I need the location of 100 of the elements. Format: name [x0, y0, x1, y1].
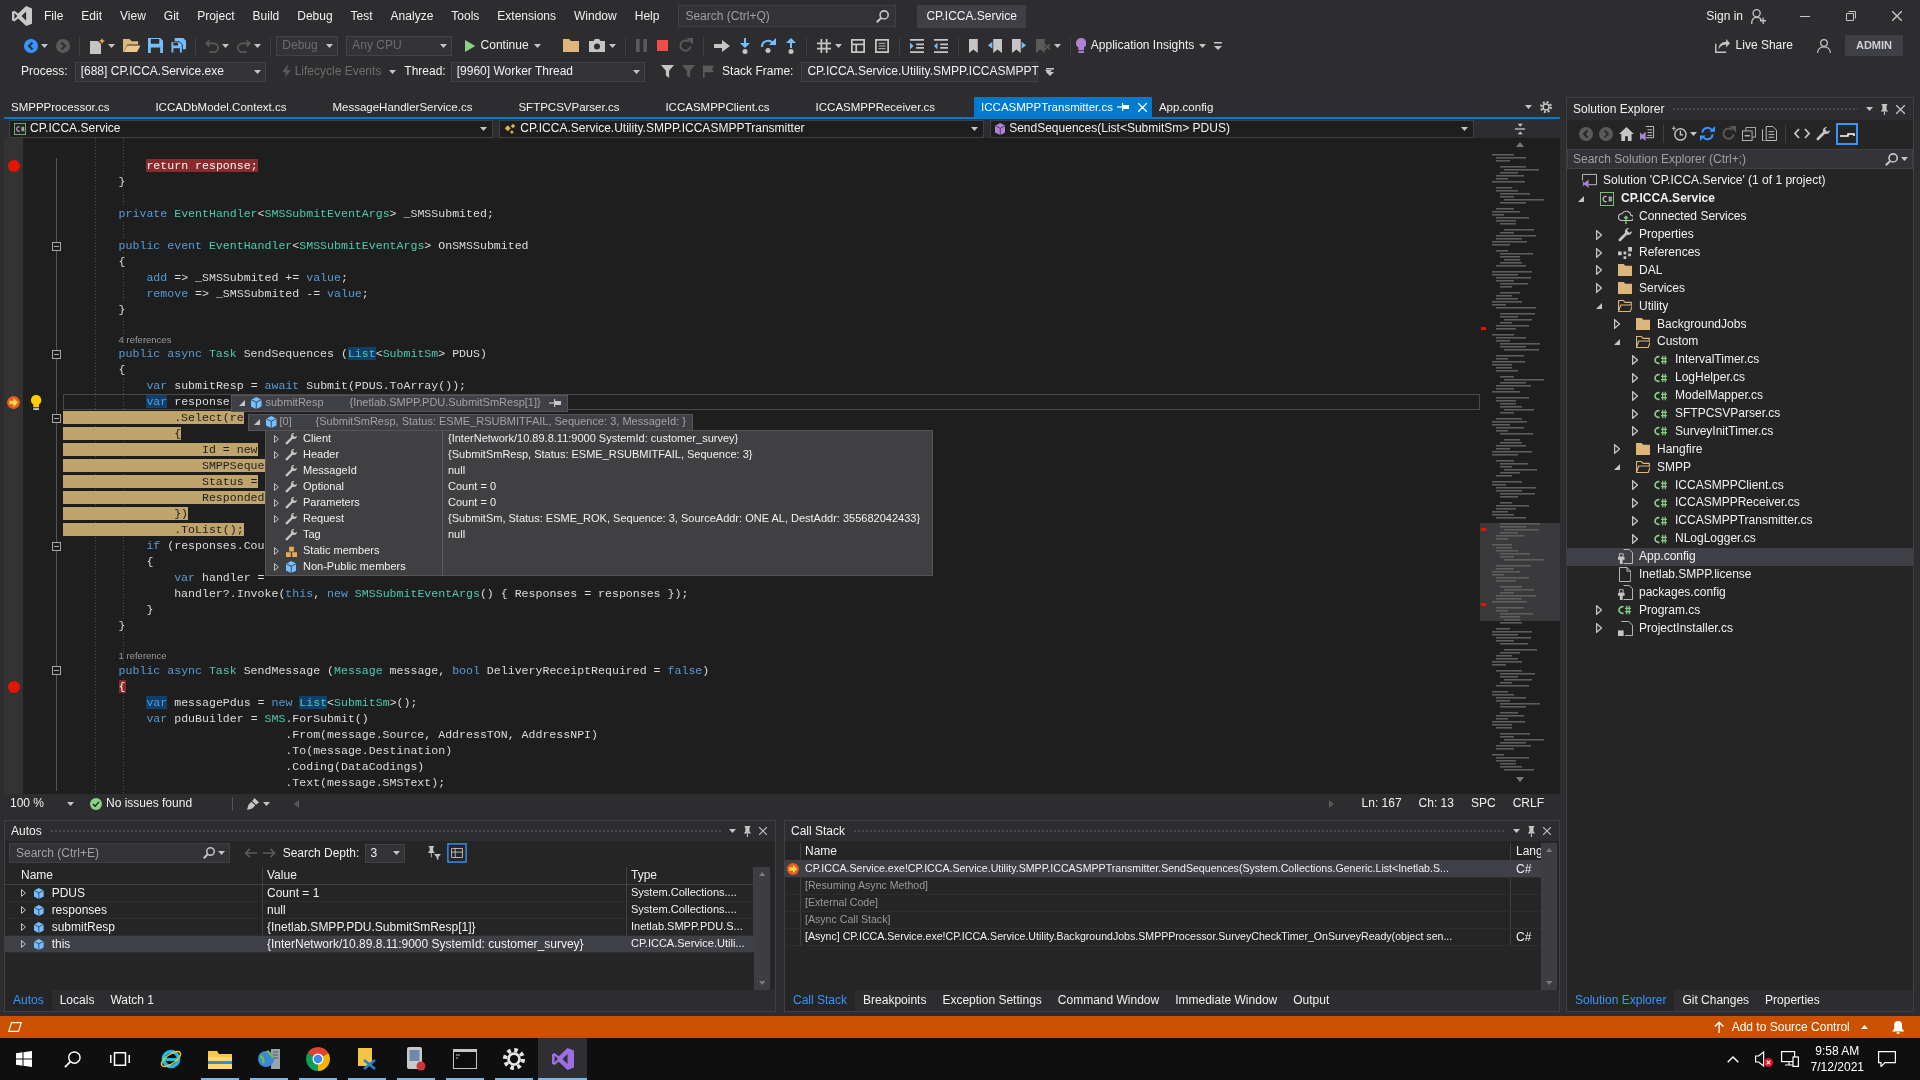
document-tab[interactable]: ICCASMPPTransmitter.cs [974, 97, 1152, 117]
tree-item[interactable]: Custom [1567, 333, 1913, 351]
tiles-icon[interactable] [16, 1051, 32, 1067]
document-tab[interactable]: ICCADbModel.Context.cs [148, 97, 326, 117]
references-link[interactable]: 1 reference [118, 650, 167, 662]
taskbar-button[interactable] [538, 1038, 587, 1080]
caret-icon[interactable] [834, 43, 842, 48]
column-header[interactable]: Type [631, 868, 657, 883]
tree-item[interactable]: SurveyInitTimer.cs [1567, 422, 1913, 441]
scroll-up-icon[interactable] [1516, 142, 1524, 147]
home-icon[interactable] [1619, 126, 1634, 141]
tree-item[interactable]: ICCASMPPClient.cs [1567, 476, 1913, 495]
expand-arrow-icon[interactable] [273, 435, 279, 443]
source-control-button[interactable]: Add to Source Control [1714, 1019, 1868, 1035]
panel-tab[interactable]: Output [1285, 990, 1338, 1011]
tree-item[interactable]: LogHelper.cs [1567, 368, 1913, 387]
caret-icon[interactable] [254, 43, 262, 48]
bell-icon[interactable] [1891, 1020, 1904, 1034]
pin-icon[interactable] [1881, 103, 1888, 115]
settings-icon[interactable] [1540, 101, 1552, 113]
caret-icon[interactable] [533, 43, 541, 48]
framed-table-icon[interactable] [447, 843, 468, 863]
circular-arrows-icon[interactable] [1699, 126, 1715, 141]
expanded-arrow-icon[interactable] [254, 419, 260, 426]
expand-arrow-icon[interactable] [1631, 354, 1639, 365]
expand-arrow-icon[interactable] [21, 923, 26, 931]
expand-arrow-icon[interactable] [1613, 444, 1621, 455]
outdent-icon[interactable] [933, 38, 948, 53]
search-box[interactable]: Search Solution Explorer (Ctrl+;) [1567, 149, 1913, 169]
menu-item[interactable]: Help [625, 0, 669, 32]
speech-bubble-icon[interactable] [1878, 1051, 1896, 1067]
caret-icon[interactable] [1901, 157, 1908, 161]
back-icon[interactable] [24, 38, 38, 53]
tree-item[interactable]: ICCASMPPTransmitter.cs [1567, 511, 1913, 530]
scroll-down-icon[interactable] [1516, 777, 1524, 782]
call-stack-row[interactable]: [Async] CP.ICCA.Service.exe!CP.ICCA.Service.Utility.BackgroundJobs.SMPPProcessor.SurveyCheckTimer_OnSurveyReady(object sen... C# [785, 929, 1541, 946]
minimap-drawing[interactable] [1480, 151, 1560, 773]
caret-icon[interactable] [480, 126, 488, 131]
table-icon[interactable] [850, 38, 865, 53]
datatip-row[interactable]: [0] {SubmitSmResp, Status: ESME_RSUBMITFAIL, Sequence: 3, MessageId: } [248, 414, 693, 431]
pin-icon[interactable] [1528, 825, 1535, 837]
expand-arrow-icon[interactable] [273, 515, 279, 523]
panel-tab[interactable]: Properties [1757, 990, 1828, 1011]
expanded-arrow-icon[interactable] [1578, 195, 1584, 202]
overflow-icon[interactable] [1046, 67, 1055, 76]
navigation-dropdown[interactable]: SendSequences(List<SubmitSm> PDUS) [989, 119, 1474, 138]
caret-icon[interactable] [263, 801, 271, 806]
tree-item[interactable]: SFTPCSVParser.cs [1567, 404, 1913, 423]
expand-arrow-icon[interactable] [1595, 229, 1603, 240]
close-icon[interactable] [759, 827, 767, 835]
ribbon-logo-icon[interactable] [12, 6, 32, 26]
caret-icon[interactable] [1461, 126, 1468, 131]
hash-icon[interactable] [816, 38, 831, 53]
tree-item[interactable]: Inetlab.SMPP.license [1567, 565, 1913, 584]
caret-icon[interactable] [108, 43, 115, 48]
expand-arrow-icon[interactable] [1631, 515, 1639, 526]
bookmark-left-arrow-icon[interactable] [987, 38, 1002, 53]
scrollbar[interactable] [754, 867, 770, 990]
autos-row[interactable]: responses null System.Collections.... [5, 902, 754, 919]
expand-arrow-icon[interactable] [21, 940, 26, 948]
check-circle-icon[interactable] [90, 797, 102, 810]
caret-icon[interactable] [1866, 107, 1874, 111]
menu-item[interactable]: Debug [288, 0, 342, 32]
tree-item[interactable]: IntervalTimer.cs [1567, 350, 1913, 369]
zoom-dropdown[interactable]: 100 % [10, 796, 74, 811]
autos-row[interactable]: PDUS Count = 1 System.Collections.... [5, 885, 754, 902]
stacked-squares-icon[interactable] [1741, 126, 1756, 141]
search-field[interactable]: Search Solution Explorer (Ctrl+;) [1573, 151, 1882, 167]
tree-item[interactable]: App.config [1567, 547, 1913, 566]
search-depth-dropdown[interactable]: 3 [365, 843, 406, 863]
caret-icon[interactable] [729, 829, 737, 833]
breakpoint-arrow-icon[interactable] [7, 395, 20, 409]
angle-brackets-icon[interactable] [1793, 128, 1810, 139]
menu-item[interactable]: Extensions [488, 0, 566, 32]
scroll-up-icon[interactable] [1545, 848, 1553, 852]
process-dropdown[interactable]: [688] CP.ICCA.Service.exe [74, 61, 266, 82]
expand-arrow-icon[interactable] [1595, 623, 1603, 634]
tree-item[interactable]: ProjectInstaller.cs [1567, 619, 1913, 638]
pin-funnel-icon[interactable] [427, 846, 442, 860]
monitor-icon[interactable] [1780, 1051, 1799, 1067]
tree-item[interactable]: Hangfire [1567, 440, 1913, 459]
tree-item[interactable]: SMPP [1567, 458, 1913, 477]
camera-icon[interactable] [588, 39, 605, 52]
document-tab[interactable]: MessageHandlerService.cs [325, 97, 512, 117]
expand-arrow-icon[interactable] [273, 483, 279, 491]
column-header[interactable]: Value [267, 868, 297, 883]
menu-item[interactable]: Project [188, 0, 244, 32]
caret-icon[interactable] [632, 69, 640, 74]
tree-item[interactable]: CP.ICCA.Service [1567, 189, 1913, 208]
navigation-dropdown[interactable]: CP.ICCA.Service [9, 119, 494, 138]
tree-item[interactable]: NLogLogger.cs [1567, 529, 1913, 548]
expand-arrow-icon[interactable] [1631, 426, 1639, 437]
line-ending[interactable]: CRLF [1512, 796, 1544, 811]
scroll-up-icon[interactable] [758, 872, 766, 876]
thread-dropdown[interactable]: [9960] Worker Thread [450, 61, 645, 82]
clock-icon[interactable] [1671, 126, 1687, 141]
chevron-up-icon[interactable] [1726, 1055, 1739, 1063]
bookmark-right-arrow-icon[interactable] [1011, 38, 1026, 53]
caret-icon[interactable] [67, 801, 74, 806]
arrow-arc-dot-icon[interactable] [759, 38, 776, 53]
